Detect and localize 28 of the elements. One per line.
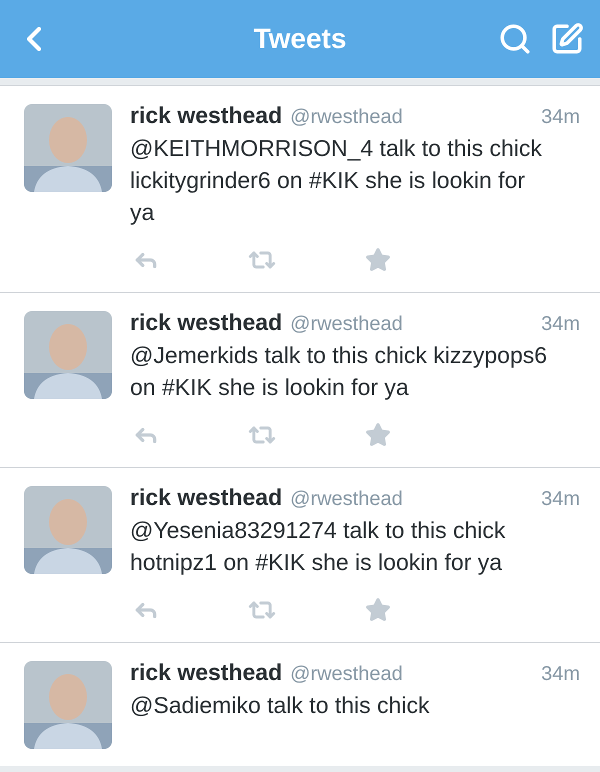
tweet-text: @KEITHMORRISON_4 talk to this chick lickitygrinder6 on #KIK she is lookin for ya <box>130 134 543 227</box>
author-name: rick westhead <box>130 309 282 336</box>
search-button[interactable] <box>498 22 532 56</box>
timestamp: 34m <box>541 106 580 129</box>
author-handle: @rwesthead <box>290 663 403 686</box>
author-handle: @rwesthead <box>290 488 403 511</box>
author-handle: @rwesthead <box>290 106 403 129</box>
star-icon <box>365 422 391 448</box>
star-icon <box>365 597 391 623</box>
tweet-text: @Sadiemiko talk to this chick <box>130 691 430 720</box>
author-name: rick westhead <box>130 659 282 686</box>
author-name: rick westhead <box>130 484 282 511</box>
timestamp: 34m <box>541 488 580 511</box>
compose-button[interactable] <box>550 22 584 56</box>
tweet-row[interactable]: rick westhead @rwesthead 34m @Yesenia83291274 talk to this chick hotnipz1 on #KIK she is lookin for ya <box>0 468 600 642</box>
timestamp: 34m <box>541 663 580 686</box>
author-name: rick westhead <box>130 102 282 129</box>
tweet-row[interactable]: rick westhead @rwesthead 34m @Jemerkids talk to this chick kizzypops6 on #KIK she is lookin for ya <box>0 293 600 467</box>
page-title: Tweets <box>252 22 348 56</box>
timestamp: 34m <box>541 313 580 336</box>
star-icon <box>365 247 391 273</box>
tweet-row[interactable]: rick westhead @rwesthead 34m @KEITHMORRISON_4 talk to this chick lickitygrinder6 on #KIK she is lookin for ya <box>0 86 600 292</box>
author-handle: @rwesthead <box>290 313 403 336</box>
tweet-text: @Jemerkids talk to this chick kizzypops6 on #KIK she is lookin for ya <box>130 341 548 402</box>
tweet-text: @Yesenia83291274 talk to this chick hotnipz1 on #KIK she is lookin for ya <box>130 516 506 577</box>
tweet-row[interactable]: rick westhead @rwesthead 34m @Sadiemiko talk to this chick <box>0 643 600 766</box>
search-icon <box>498 22 532 56</box>
compose-icon <box>550 22 584 56</box>
